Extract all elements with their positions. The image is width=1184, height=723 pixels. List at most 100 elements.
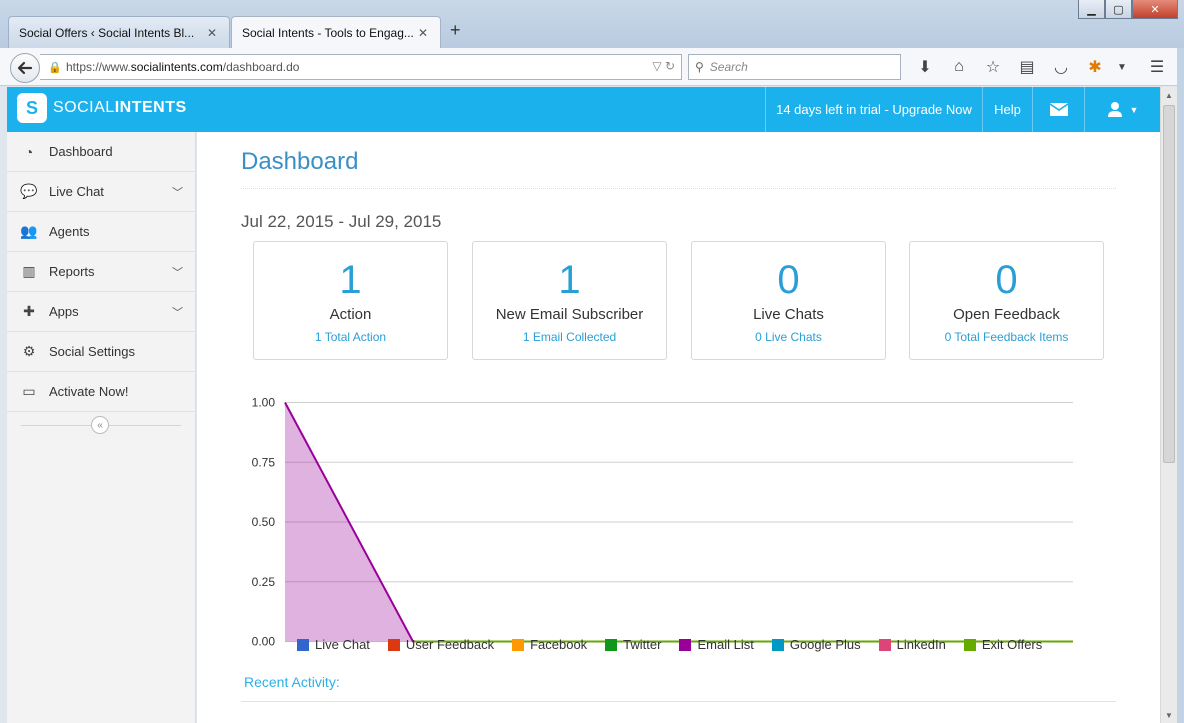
tab-label: Social Offers ‹ Social Intents Bl... bbox=[19, 25, 195, 40]
stat-card-actions: 1 Action 1 Total Action bbox=[253, 241, 448, 360]
help-link[interactable]: Help bbox=[982, 87, 1032, 132]
star-icon[interactable]: ☆ bbox=[976, 56, 1010, 78]
page-scrollbar[interactable]: ▲ ▼ bbox=[1160, 87, 1177, 723]
minimize-icon[interactable]: ▁ bbox=[1078, 0, 1105, 19]
stat-label: Open Feedback bbox=[953, 306, 1060, 323]
reload-icon[interactable]: ▽ ↻ bbox=[652, 59, 675, 73]
search-placeholder: Search bbox=[709, 60, 748, 74]
toolbar-icons: ⬇ ⌂ ☆ ▤ ◡ ✱ ▼ ☰ bbox=[908, 56, 1174, 78]
legend-swatch bbox=[387, 638, 400, 651]
tab-close-icon[interactable]: ✕ bbox=[416, 26, 430, 40]
sidebar-item-label: Agents bbox=[49, 224, 90, 239]
search-input[interactable]: ⚲ Search bbox=[688, 54, 901, 80]
addon-icon[interactable]: ✱ bbox=[1078, 56, 1112, 78]
date-range: Jul 22, 2015 - Jul 29, 2015 bbox=[241, 212, 442, 231]
legend-item[interactable]: Google Plus bbox=[771, 637, 861, 652]
legend-label: Facebook bbox=[530, 637, 588, 652]
sidebar-item-live-chat[interactable]: 💬 Live Chat ﹀ bbox=[7, 172, 195, 212]
sidebar-item-reports[interactable]: ▥ Reports ﹀ bbox=[7, 252, 195, 292]
addon-dropdown-icon[interactable]: ▼ bbox=[1112, 56, 1132, 78]
legend-label: Exit Offers bbox=[981, 637, 1043, 652]
puzzle-icon: ✚ bbox=[23, 303, 35, 319]
sidebar-item-activate[interactable]: ▭ Activate Now! bbox=[7, 372, 195, 412]
chart-icon: ▥ bbox=[22, 263, 36, 279]
legend-item[interactable]: Exit Offers bbox=[963, 637, 1043, 652]
legend-item[interactable]: Live Chat bbox=[297, 637, 370, 652]
divider bbox=[241, 188, 1116, 189]
stat-sub-link[interactable]: 0 Total Feedback Items bbox=[910, 330, 1103, 344]
legend-item[interactable]: LinkedIn bbox=[878, 637, 946, 652]
tab-close-icon[interactable]: ✕ bbox=[205, 26, 219, 40]
browser-tab-social-offers[interactable]: Social Offers ‹ Social Intents Bl... ✕ bbox=[8, 16, 230, 48]
envelope-icon bbox=[1049, 103, 1068, 116]
stat-sub-link[interactable]: 1 Total Action bbox=[254, 330, 447, 344]
home-icon[interactable]: ⌂ bbox=[942, 56, 976, 78]
chevron-down-icon: ﹀ bbox=[172, 267, 183, 279]
main-content: Dashboard Jul 22, 2015 - Jul 29, 2015 1 … bbox=[197, 132, 1160, 723]
download-icon[interactable]: ⬇ bbox=[908, 56, 942, 78]
chevron-down-icon: ﹀ bbox=[172, 307, 183, 319]
stat-value: 0 bbox=[995, 258, 1018, 302]
user-menu-button[interactable]: ▼ bbox=[1084, 87, 1160, 132]
upgrade-link[interactable]: 14 days left in trial - Upgrade Now bbox=[765, 87, 982, 132]
recent-activity-heading: Recent Activity: bbox=[244, 674, 340, 690]
legend-item[interactable]: Twitter bbox=[605, 637, 661, 652]
page-title: Dashboard bbox=[241, 148, 359, 175]
sidebar-item-apps[interactable]: ✚ Apps ﹀ bbox=[7, 292, 195, 332]
stat-sub-link[interactable]: 0 Live Chats bbox=[692, 330, 885, 344]
sidebar-item-label: Live Chat bbox=[49, 184, 104, 199]
activity-chart: 1.00 0.75 0.50 0.25 0.00 bbox=[252, 396, 1073, 649]
gear-icon: ⚙ bbox=[22, 343, 36, 359]
back-arrow-icon bbox=[17, 61, 33, 75]
sidebar-item-label: Reports bbox=[49, 264, 95, 279]
sidebar-item-label: Apps bbox=[49, 304, 79, 319]
stat-label: Action bbox=[329, 306, 372, 323]
scroll-down-icon[interactable]: ▼ bbox=[1161, 707, 1177, 723]
lock-icon: 🔒 bbox=[48, 61, 62, 74]
divider bbox=[241, 701, 1116, 702]
legend-item[interactable]: Email List bbox=[679, 637, 754, 652]
messages-button[interactable] bbox=[1032, 87, 1084, 132]
dashboard-icon: ◔ bbox=[24, 143, 34, 160]
close-window-icon[interactable]: ✕ bbox=[1132, 0, 1178, 19]
url-text: https://www.socialintents.com/dashboard.… bbox=[66, 60, 300, 74]
collapse-sidebar-icon[interactable]: « bbox=[91, 416, 109, 434]
chevron-down-icon: ▼ bbox=[1129, 104, 1139, 115]
sidebar-item-agents[interactable]: 👥 Agents bbox=[7, 212, 195, 252]
stat-value: 0 bbox=[777, 258, 800, 302]
sidebar-item-social-settings[interactable]: ⚙ Social Settings bbox=[7, 332, 195, 372]
browser-tab-social-intents[interactable]: Social Intents - Tools to Engag... ✕ bbox=[231, 16, 441, 48]
users-icon: 👥 bbox=[20, 223, 38, 239]
window-frame bbox=[1177, 48, 1184, 723]
legend-item[interactable]: Facebook bbox=[512, 637, 587, 652]
y-tick-label: 0.25 bbox=[252, 575, 276, 589]
app-logo[interactable]: S SOCIALINTENTS bbox=[17, 93, 187, 123]
url-bar[interactable]: 🔒 https://www.socialintents.com/dashboar… bbox=[40, 54, 682, 80]
user-icon bbox=[1107, 102, 1122, 117]
legend-label: Email List bbox=[697, 637, 754, 652]
stat-card-email-subscribers: 1 New Email Subscriber 1 Email Collected bbox=[472, 241, 667, 360]
y-tick-label: 1.00 bbox=[252, 396, 276, 410]
new-tab-icon[interactable]: + bbox=[450, 20, 461, 41]
chart-legend: Live Chat User Feedback Facebook Twitter Ema… bbox=[297, 637, 1060, 652]
scroll-up-icon[interactable]: ▲ bbox=[1161, 87, 1177, 103]
logo-text: SOCIALINTENTS bbox=[53, 99, 187, 116]
pocket-icon[interactable]: ◡ bbox=[1044, 56, 1078, 78]
stat-sub-link[interactable]: 1 Email Collected bbox=[473, 330, 666, 344]
back-button[interactable] bbox=[10, 53, 40, 83]
legend-label: Live Chat bbox=[315, 637, 370, 652]
sidebar-item-dashboard[interactable]: ◔ Dashboard bbox=[7, 132, 195, 172]
legend-label: Google Plus bbox=[789, 637, 861, 652]
y-tick-label: 0.50 bbox=[252, 515, 276, 529]
stat-card-open-feedback: 0 Open Feedback 0 Total Feedback Items bbox=[909, 241, 1104, 360]
maximize-icon[interactable]: ▢ bbox=[1105, 0, 1132, 19]
scroll-thumb[interactable] bbox=[1163, 105, 1175, 463]
sidebar-item-label: Dashboard bbox=[49, 144, 113, 159]
stat-value: 1 bbox=[558, 258, 581, 302]
y-tick-label: 0.75 bbox=[252, 455, 276, 469]
menu-icon[interactable]: ☰ bbox=[1140, 56, 1174, 78]
legend-item[interactable]: User Feedback bbox=[387, 637, 494, 652]
reading-list-icon[interactable]: ▤ bbox=[1010, 56, 1044, 78]
stat-label: New Email Subscriber bbox=[495, 306, 644, 323]
legend-label: Twitter bbox=[623, 637, 662, 652]
